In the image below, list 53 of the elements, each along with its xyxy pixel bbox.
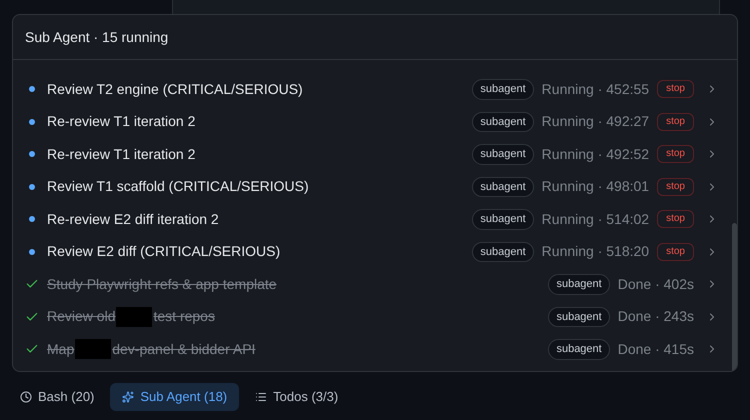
redaction-block <box>116 306 152 327</box>
subagent-tag: subagent <box>472 144 534 164</box>
agent-row[interactable]: Review E2 diff (CRITICAL/SERIOUS) subagent Running · 518:20 stop <box>13 236 732 268</box>
panel-title: Sub Agent · 15 running <box>25 28 168 47</box>
subagent-tag: subagent <box>472 79 534 100</box>
tab[interactable]: Todos (3/3) <box>247 383 346 411</box>
redaction-block <box>75 339 112 360</box>
subagent-tag: subagent <box>472 176 534 197</box>
agent-row[interactable]: Study Playwright refs & app template subagent Done · 402s <box>13 268 732 300</box>
agent-row[interactable]: Review T2 engine (CRITICAL/SERIOUS) subagent Running · 452:55 stop <box>13 73 732 106</box>
stop-button[interactable]: stop <box>657 112 694 131</box>
subagent-tag: subagent <box>548 274 610 294</box>
agent-title: Study Playwright refs & app template <box>47 274 277 294</box>
sparkle-icon <box>122 391 134 403</box>
stop-button[interactable]: stop <box>657 210 694 228</box>
agent-title: Review T1 scaffold (CRITICAL/SERIOUS) <box>47 177 309 196</box>
agent-title: Review E2 diff (CRITICAL/SERIOUS) <box>47 242 280 262</box>
status-text: Running · 492:27 <box>542 112 650 132</box>
scrollbar-thumb[interactable] <box>732 223 737 371</box>
stop-button[interactable]: stop <box>657 145 694 164</box>
agent-title: Re-review T1 iteration 2 <box>47 144 196 164</box>
subagent-tag: subagent <box>472 242 534 262</box>
clock-icon <box>20 391 32 403</box>
agent-title: test repos <box>153 307 215 326</box>
subagent-tag: subagent <box>472 209 534 230</box>
stop-button[interactable]: stop <box>657 242 694 261</box>
status-text: Running · 498:01 <box>542 177 650 196</box>
stop-button[interactable]: stop <box>657 80 694 98</box>
agent-row[interactable]: Re-review E2 diff iteration 2 subagent Running · 514:02 stop <box>13 203 732 236</box>
agent-row[interactable]: Review old test repos subagent Done · 243s <box>13 300 732 333</box>
subagent-tag: subagent <box>548 339 610 360</box>
agent-row[interactable]: Review T1 scaffold (CRITICAL/SERIOUS) subagent Running · 498:01 stop <box>13 170 732 203</box>
subagent-tag: subagent <box>472 112 534 132</box>
agent-title: Re-review T1 iteration 2 <box>47 112 196 132</box>
subagent-tag: subagent <box>548 306 610 327</box>
agent-row[interactable]: Map dev-panel & bidder API subagent Done · 415s <box>13 333 732 366</box>
agent-title: Map <box>47 340 74 359</box>
status-text: Running · 514:02 <box>542 210 650 229</box>
status-text: Running · 452:55 <box>542 80 650 99</box>
agent-title: dev-panel & bidder API <box>112 340 256 359</box>
agent-title: Review old <box>47 307 116 326</box>
status-text: Done · 415s <box>618 340 694 359</box>
agent-title: Review T2 engine (CRITICAL/SERIOUS) <box>47 80 303 99</box>
agent-row[interactable]: Re-review T1 iteration 2 subagent Running · 492:27 stop <box>13 106 732 138</box>
status-text: Running · 518:20 <box>542 242 650 262</box>
agent-title: Re-review E2 diff iteration 2 <box>47 210 219 229</box>
status-text: Done · 243s <box>618 307 694 326</box>
tab[interactable]: Bash (20) <box>12 383 102 411</box>
status-text: Running · 492:52 <box>542 144 650 164</box>
stop-button[interactable]: stop <box>657 178 694 196</box>
tab[interactable]: Sub Agent (18) <box>110 383 240 411</box>
agent-row[interactable]: Re-review T1 iteration 2 subagent Running · 492:52 stop <box>13 138 732 170</box>
status-text: Done · 402s <box>618 274 694 294</box>
